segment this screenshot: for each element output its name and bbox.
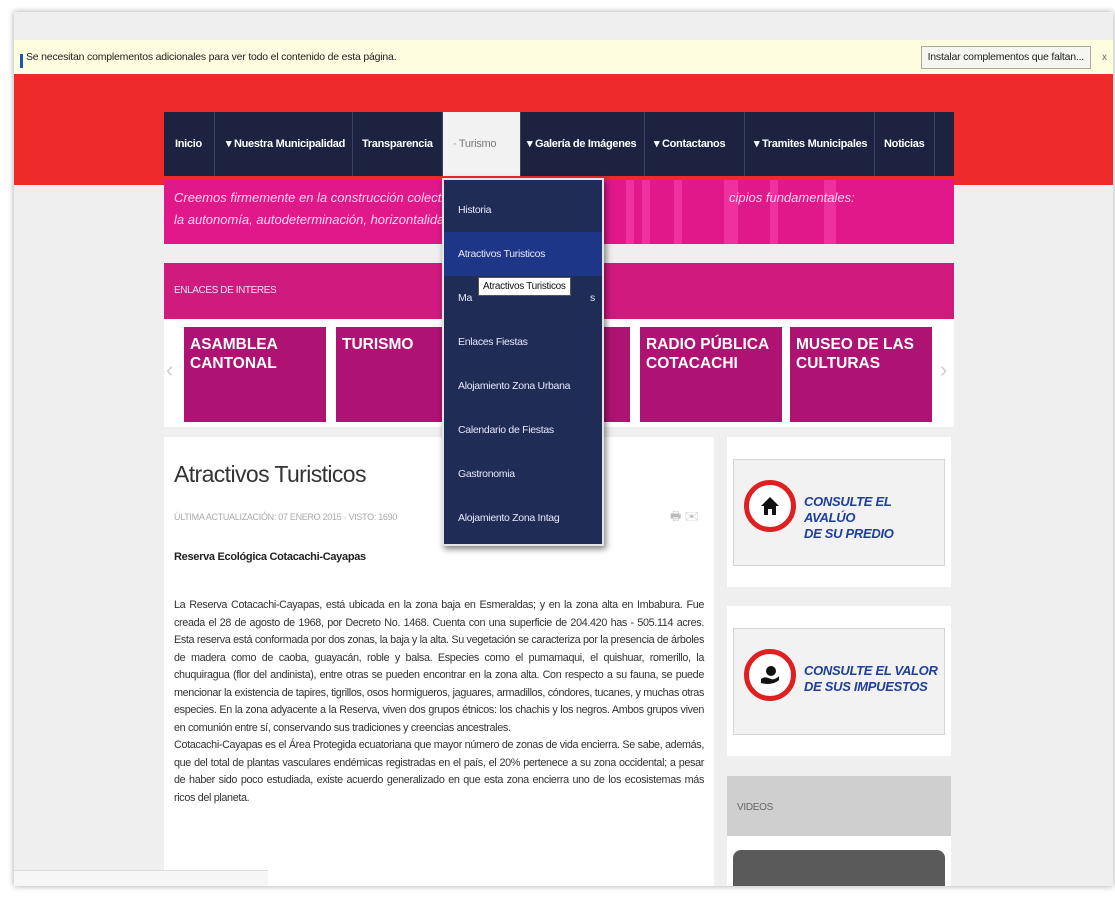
dropdown-item-calendario[interactable]: Calendario de Fiestas bbox=[444, 408, 602, 452]
consulta-impuestos-button[interactable]: CONSULTE EL VALOR DE SUS IMPUESTOS bbox=[733, 628, 945, 735]
nav-item-turismo[interactable]: · Turismo bbox=[443, 112, 520, 176]
link-tile-radio[interactable]: RADIO PÚBLICA COTACACHI bbox=[640, 327, 782, 422]
nav-separator bbox=[214, 112, 215, 176]
sidebar-module-impuestos: CONSULTE EL VALOR DE SUS IMPUESTOS bbox=[727, 606, 951, 756]
dropdown-item-gastronomia[interactable]: Gastronomia bbox=[444, 452, 602, 496]
consulta-avaluo-button[interactable]: CONSULTE EL AVALÚO DE SU PREDIO bbox=[733, 459, 945, 566]
carousel-next-icon[interactable]: › bbox=[940, 357, 947, 383]
dropdown-item-alojamiento-urbana[interactable]: Alojamiento Zona Urbana bbox=[444, 364, 602, 408]
dropdown-item-label-tail: s bbox=[590, 292, 595, 304]
videos-heading: VIDEOS bbox=[727, 776, 951, 836]
nav-separator bbox=[352, 112, 353, 176]
banner-text-line2: la autonomía, autodeterminación, horizon… bbox=[174, 212, 452, 227]
coin-hand-icon bbox=[744, 649, 796, 701]
videos-heading-label: VIDEOS bbox=[737, 802, 773, 813]
article-content: Atractivos Turisticos ÚLTIMA ACTUALIZACI… bbox=[164, 437, 714, 886]
nav-separator bbox=[744, 112, 745, 176]
nav-item-contactanos[interactable]: ▾ Contactanos bbox=[654, 112, 726, 176]
link-tile-label: TURISMO bbox=[342, 336, 414, 353]
main-nav: Inicio ▾ Nuestra Municipalidad Transpare… bbox=[164, 112, 954, 176]
links-heading-label: ENLACES DE INTERES bbox=[174, 285, 277, 296]
article-paragraph: La Reserva Cotacachi-Cayapas, está ubica… bbox=[174, 599, 704, 734]
article-paragraph: Cotacachi-Cayapas es el Área Protegida e… bbox=[174, 739, 704, 804]
nav-item-noticias[interactable]: Noticias bbox=[884, 112, 925, 176]
close-infobar-icon[interactable]: x bbox=[1102, 52, 1107, 63]
carousel-prev-icon[interactable]: ‹ bbox=[166, 357, 173, 383]
nav-item-tramites[interactable]: ▾ Tramites Municipales bbox=[754, 112, 868, 176]
page-title: Atractivos Turisticos bbox=[174, 461, 367, 487]
print-email-icon[interactable]: 🖶 ✉ bbox=[670, 507, 699, 528]
banner-stripe bbox=[642, 180, 650, 244]
nav-separator bbox=[874, 112, 875, 176]
info-marker bbox=[20, 54, 23, 68]
banner-text-line3: cipios fundamentales: bbox=[729, 190, 855, 205]
videos-module bbox=[727, 836, 951, 886]
browser-viewport: Se necesitan complementos adicionales pa… bbox=[14, 12, 1113, 886]
consulta-avaluo-label: CONSULTE EL AVALÚO DE SU PREDIO bbox=[804, 494, 894, 541]
nav-separator bbox=[644, 112, 645, 176]
link-tile-asamblea[interactable]: ASAMBLEA CANTONAL bbox=[184, 327, 326, 422]
banner-stripe bbox=[626, 180, 634, 244]
article-body: La Reserva Cotacachi-Cayapas, está ubica… bbox=[174, 597, 704, 807]
plugin-infobar: Se necesitan complementos adicionales pa… bbox=[14, 40, 1113, 75]
article-meta: ÚLTIMA ACTUALIZACIÓN: 07 ENERO 2015 · VI… bbox=[174, 512, 398, 522]
video-player[interactable] bbox=[733, 850, 945, 886]
consulta-impuestos-label: CONSULTE EL VALOR DE SUS IMPUESTOS bbox=[804, 663, 938, 694]
dropdown-item-historia[interactable]: Historia bbox=[444, 188, 602, 232]
turismo-dropdown-menu: Historia Atractivos Turisticos Ma s Enlac… bbox=[442, 178, 604, 546]
tooltip: Atractivos Turisticos bbox=[478, 277, 571, 296]
article-subtitle: Reserva Ecológica Cotacachi-Cayapas bbox=[174, 551, 366, 563]
banner-stripe bbox=[674, 180, 682, 244]
dropdown-item-alojamiento-intag[interactable]: Alojamiento Zona Intag bbox=[444, 496, 602, 540]
dropdown-item-atractivos[interactable]: Atractivos Turisticos bbox=[444, 232, 602, 276]
nav-separator bbox=[934, 112, 935, 176]
sidebar-module-avaluo: CONSULTE EL AVALÚO DE SU PREDIO bbox=[727, 437, 951, 587]
nav-item-municipalidad[interactable]: ▾ Nuestra Municipalidad bbox=[226, 112, 345, 176]
infobar-message: Se necesitan complementos adicionales pa… bbox=[26, 51, 397, 63]
link-tile-label: ASAMBLEA CANTONAL bbox=[190, 336, 278, 372]
install-plugins-button[interactable]: Instalar complementos que faltan... bbox=[920, 46, 1091, 69]
banner-text-line1: Creemos firmemente en la construcción co… bbox=[174, 190, 458, 205]
status-strip bbox=[14, 870, 268, 886]
nav-item-transparencia[interactable]: Transparencia bbox=[362, 112, 433, 176]
link-tile-label: RADIO PÚBLICA COTACACHI bbox=[646, 336, 770, 372]
nav-item-galeria[interactable]: ▾ Galería de Imágenes bbox=[527, 112, 637, 176]
nav-item-inicio[interactable]: Inicio bbox=[175, 112, 202, 176]
house-icon bbox=[744, 480, 796, 532]
nav-separator bbox=[520, 112, 521, 176]
dropdown-item-label: Ma bbox=[458, 292, 472, 304]
link-tile-museo[interactable]: MUSEO DE LAS CULTURAS bbox=[790, 327, 932, 422]
dropdown-item-enlaces-fiestas[interactable]: Enlaces Fiestas bbox=[444, 320, 602, 364]
link-tile-label: MUSEO DE LAS CULTURAS bbox=[796, 336, 914, 372]
